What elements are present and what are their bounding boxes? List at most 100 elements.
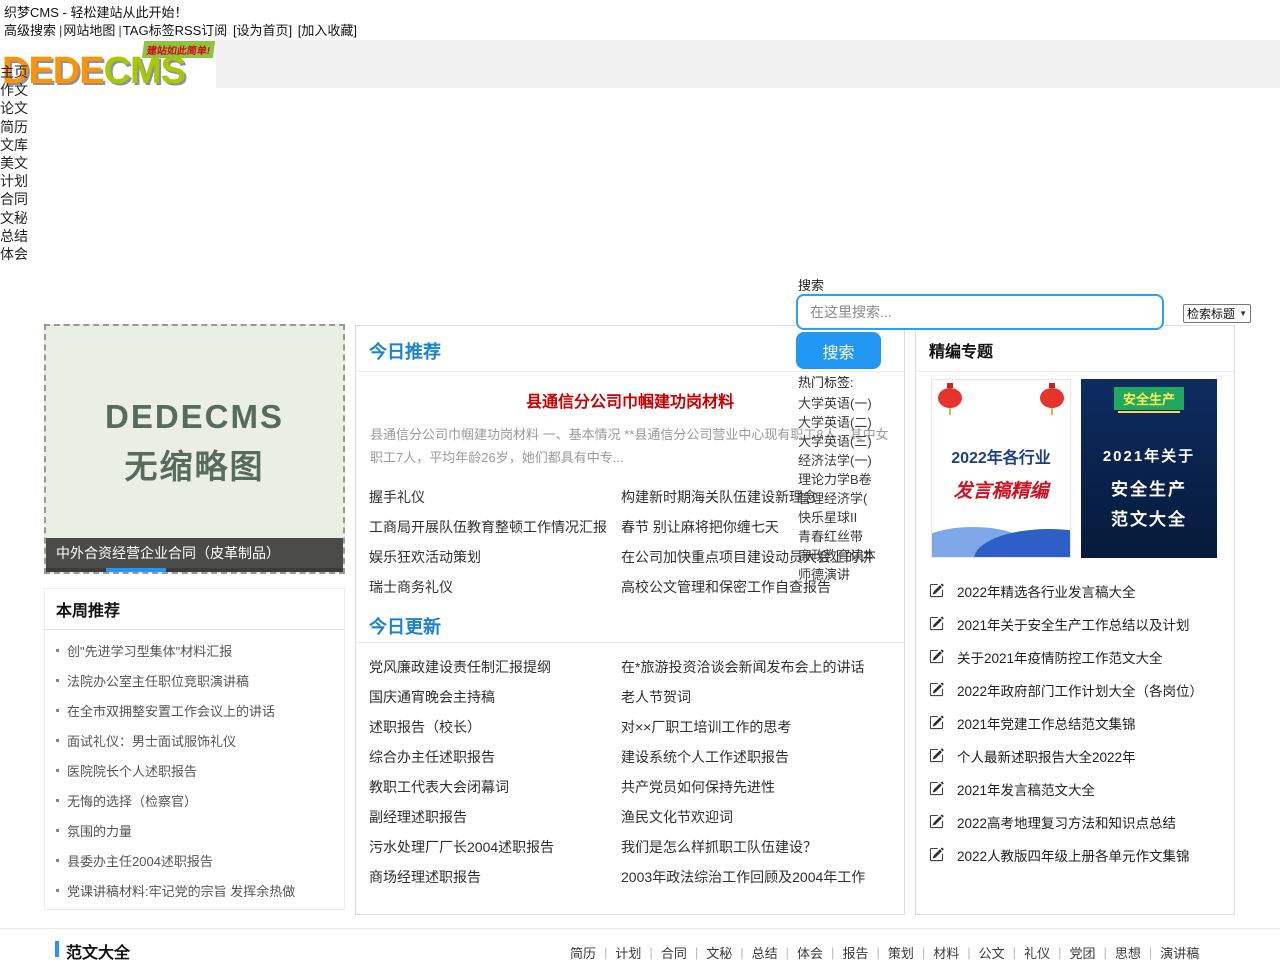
article-link[interactable]: 综合办主任述职报告: [369, 746, 621, 776]
card-text: 2021年关于: [1081, 445, 1217, 466]
article-link[interactable]: 2003年政法综治工作回顾及2004年工作: [621, 866, 897, 896]
footer-link[interactable]: 总结: [752, 943, 778, 962]
topic-link[interactable]: 2022年政府部门工作计划大全（各岗位）: [957, 680, 1203, 700]
article-link[interactable]: 教职工代表大会闭幕词: [369, 776, 621, 806]
article-link[interactable]: 我们是怎么样抓职工队伍建设？: [621, 836, 897, 866]
topic-link[interactable]: 2022高考地理复习方法和知识点总结: [957, 812, 1176, 832]
site-logo[interactable]: DEDECMS 建站如此简单!: [0, 40, 216, 88]
topic-link[interactable]: 2021年发言稿范文大全: [957, 779, 1095, 799]
topic-link[interactable]: 2022人教版四年级上册各单元作文集锦: [957, 845, 1190, 865]
hot-tag[interactable]: 青春红丝带: [798, 527, 876, 546]
article-link[interactable]: 建设系统个人工作述职报告: [621, 746, 897, 776]
top-link-add-favorite[interactable]: [加入收藏]: [298, 20, 357, 39]
article-link[interactable]: 国庆通宵晚会主持稿: [369, 686, 621, 716]
top-link-advanced-search[interactable]: 高级搜索: [4, 20, 56, 39]
hot-tag[interactable]: 大学英语(三): [798, 432, 876, 451]
footer-link[interactable]: 思想: [1115, 943, 1141, 962]
footer-link[interactable]: 策划: [888, 943, 914, 962]
card-text: 范文大全: [1081, 505, 1217, 530]
topic-link[interactable]: 2021年关于安全生产工作总结以及计划: [957, 614, 1190, 634]
topic-link[interactable]: 2021年党建工作总结范文集锦: [957, 713, 1136, 733]
article-link[interactable]: 副经理述职报告: [369, 806, 621, 836]
slide-caption[interactable]: 中外合资经营企业合同（皮革制品）: [46, 538, 343, 568]
topic-link[interactable]: 2022年精选各行业发言稿大全: [957, 581, 1136, 601]
footer-link[interactable]: 党团: [1069, 943, 1095, 962]
card-text: 2022年各行业: [932, 444, 1070, 468]
update-link-grid: 党风廉政建设责任制汇报提纲 在*旅游投资洽谈会新闻发布会上的讲话 国庆通宵晚会主…: [369, 656, 897, 896]
article-link[interactable]: 瑞士商务礼仪: [369, 576, 621, 606]
article-link[interactable]: 氛围的力量: [67, 821, 132, 840]
article-link[interactable]: 述职报告（校长）: [369, 716, 621, 746]
nav-item-contract[interactable]: 合同: [0, 190, 28, 208]
search-type-select[interactable]: 检索标题 ▼: [1183, 304, 1251, 323]
article-link[interactable]: 创"先进学习型集体"材料汇报: [67, 641, 232, 660]
footer-link[interactable]: 合同: [661, 943, 687, 962]
article-link[interactable]: 商场经理述职报告: [369, 866, 621, 896]
article-link[interactable]: 医院院长个人述职报告: [67, 761, 197, 780]
hot-tag[interactable]: 快乐星球II: [798, 508, 876, 527]
hot-tag[interactable]: 理论力学B卷: [798, 470, 876, 489]
nav-item-home[interactable]: 主页: [0, 63, 28, 81]
separator: |: [831, 945, 834, 960]
footer-link[interactable]: 材料: [933, 943, 959, 962]
nav-item-thesis[interactable]: 论文: [0, 99, 28, 117]
top-link-set-home[interactable]: [设为首页]: [233, 20, 292, 39]
footer-link[interactable]: 文秘: [706, 943, 732, 962]
nav-item-library[interactable]: 文库: [0, 136, 28, 154]
nav-item-prose[interactable]: 美文: [0, 154, 28, 172]
featured-slide[interactable]: DEDECMS 无缩略图 中外合资经营企业合同（皮革制品）: [44, 324, 345, 574]
hot-tag[interactable]: 大学英语(二): [798, 413, 876, 432]
topic-link[interactable]: 个人最新述职报告大全2022年: [957, 746, 1136, 766]
hot-tag[interactable]: 经济法学(一): [798, 451, 876, 470]
footer-link[interactable]: 报告: [842, 943, 868, 962]
top-links-bar: 高级搜索|网站地图|TAG标签RSS订阅 [设为首页] [加入收藏]: [4, 20, 359, 39]
article-link[interactable]: 渔民文化节欢迎词: [621, 806, 897, 836]
nav-item-secretary[interactable]: 文秘: [0, 209, 28, 227]
article-link[interactable]: 在*旅游投资洽谈会新闻发布会上的讲话: [621, 656, 897, 686]
nav-item-reflection[interactable]: 体会: [0, 245, 28, 263]
hot-tag[interactable]: 廉政教育读本: [798, 546, 876, 565]
top-link-sitemap[interactable]: 网站地图: [63, 20, 115, 39]
hot-tag[interactable]: 师德演讲: [798, 565, 876, 584]
topic-link[interactable]: 关于2021年疫情防控工作范文大全: [957, 647, 1163, 667]
article-link[interactable]: 无悔的选择（检察官）: [67, 791, 197, 810]
edit-icon: [929, 649, 944, 664]
article-link[interactable]: 握手礼仪: [369, 486, 621, 516]
accent-bar: [55, 941, 59, 957]
article-link[interactable]: 县委办主任2004述职报告: [67, 851, 213, 870]
nav-item-plan[interactable]: 计划: [0, 172, 28, 190]
footer-link[interactable]: 公文: [979, 943, 1005, 962]
bullet-icon: [56, 649, 59, 652]
footer-link[interactable]: 简历: [570, 943, 596, 962]
article-link[interactable]: 法院办公室主任职位竞职演讲稿: [67, 671, 249, 690]
footer-link[interactable]: 演讲稿: [1160, 943, 1199, 962]
search-button[interactable]: 搜索: [796, 332, 881, 369]
topic-card-2022-speech[interactable]: 2022年各行业 发言稿精编: [931, 379, 1071, 558]
footer-link[interactable]: 体会: [797, 943, 823, 962]
nav-item-resume[interactable]: 简历: [0, 118, 28, 136]
topic-card-2021-safety[interactable]: 安全生产 2021年关于 安全生产 范文大全: [1081, 379, 1217, 558]
card-text: 发言稿精编: [932, 476, 1070, 503]
footer-link[interactable]: 计划: [615, 943, 641, 962]
search-input[interactable]: [796, 294, 1164, 330]
article-link[interactable]: 在全市双拥整安置工作会议上的讲话: [67, 701, 275, 720]
article-link[interactable]: 娱乐狂欢活动策划: [369, 546, 621, 576]
article-link[interactable]: 污水处理厂厂长2004述职报告: [369, 836, 621, 866]
article-link[interactable]: 面试礼仪：男士面试服饰礼仪: [67, 731, 236, 750]
hot-tag[interactable]: 大学英语(一): [798, 394, 876, 413]
edit-icon: [929, 583, 944, 598]
article-link[interactable]: 对××厂职工培训工作的思考: [621, 716, 897, 746]
article-link[interactable]: 工商局开展队伍教育整顿工作情况汇报: [369, 516, 621, 546]
footer-link[interactable]: 礼仪: [1024, 943, 1050, 962]
hot-tag[interactable]: 管理经济学(: [798, 489, 876, 508]
article-link[interactable]: 党课讲稿材料:牢记党的宗旨 发挥余热做: [67, 881, 295, 900]
article-link[interactable]: 党风廉政建设责任制汇报提纲: [369, 656, 621, 686]
slider-indicator[interactable]: [106, 568, 166, 572]
top-link-tag-rss[interactable]: TAG标签RSS订阅: [123, 20, 228, 39]
edit-icon: [929, 814, 944, 829]
nav-item-summary[interactable]: 总结: [0, 227, 28, 245]
nav-item-essay[interactable]: 作文: [0, 81, 28, 99]
list-item: 医院院长个人述职报告: [56, 755, 338, 785]
article-link[interactable]: 共产党员如何保持先进性: [621, 776, 897, 806]
article-link[interactable]: 老人节贺词: [621, 686, 897, 716]
